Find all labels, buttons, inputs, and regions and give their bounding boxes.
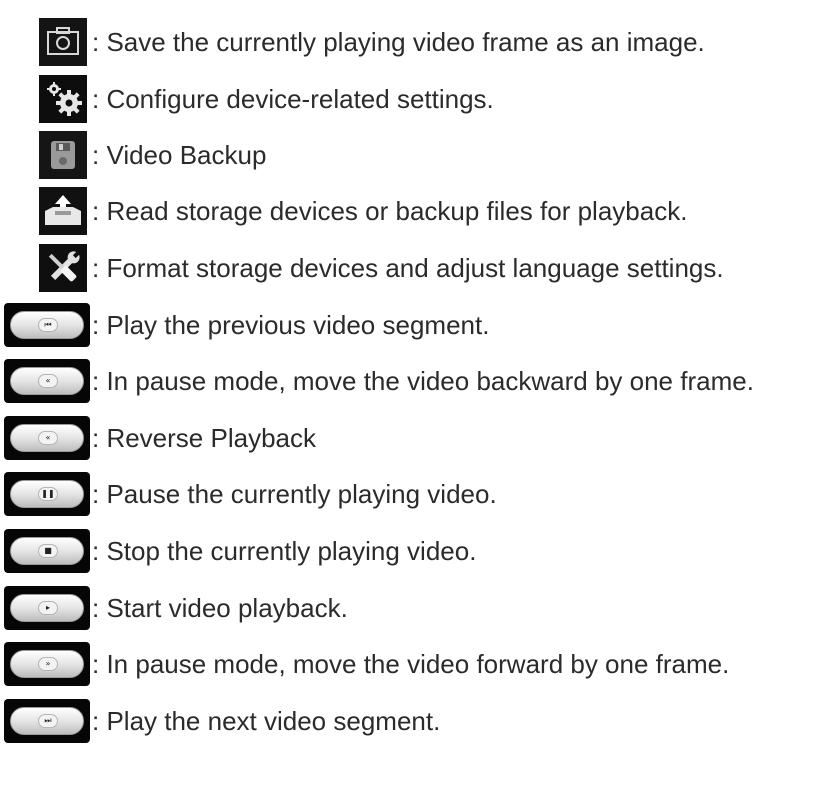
button-glyph: ⏭ <box>38 714 58 728</box>
legend-row-stop: ■ : Stop the currently playing video. <box>0 523 830 579</box>
button-cap: ❚❚ <box>10 480 84 508</box>
pause-icon: ❚❚ <box>4 472 90 516</box>
legend-description: : In pause mode, move the video backward… <box>92 366 754 396</box>
legend-description: : Configure device-related settings. <box>92 84 494 114</box>
legend-description: : Video Backup <box>92 140 267 170</box>
tray-upload-icon <box>39 187 87 235</box>
button-glyph: ■ <box>38 544 58 558</box>
legend-description: : Pause the currently playing video. <box>92 479 497 509</box>
previous-segment-icon: ⏮ <box>4 303 90 347</box>
legend-description: : In pause mode, move the video forward … <box>92 649 730 679</box>
button-cap: » <box>10 650 84 678</box>
legend-row-reverse-playback: « : Reverse Playback <box>0 410 830 466</box>
button-cap: « <box>10 424 84 452</box>
legend-row-backup: : Video Backup <box>0 127 830 183</box>
reverse-playback-icon: « <box>4 416 90 460</box>
stop-icon: ■ <box>4 529 90 573</box>
legend-description: : Stop the currently playing video. <box>92 536 477 566</box>
legend-row-play: ▸ : Start video playback. <box>0 580 830 636</box>
legend-row-load-storage: : Read storage devices or backup files f… <box>0 183 830 239</box>
legend-row-snapshot: : Save the currently playing video frame… <box>0 14 830 70</box>
legend-description: : Read storage devices or backup files f… <box>92 196 688 226</box>
button-glyph: » <box>38 657 58 671</box>
button-cap: ⏮ <box>10 311 84 339</box>
legend-description: : Start video playback. <box>92 593 348 623</box>
button-cap: ⏭ <box>10 707 84 735</box>
tools-wrench-screwdriver-icon <box>39 244 87 292</box>
button-cap: ▸ <box>10 594 84 622</box>
legend-row-step-backward: « : In pause mode, move the video backwa… <box>0 353 830 409</box>
button-glyph: ▸ <box>38 601 58 615</box>
legend-row-settings: : Configure device-related settings. <box>0 71 830 127</box>
legend-description: : Format storage devices and adjust lang… <box>92 253 724 283</box>
step-forward-frame-icon: » <box>4 642 90 686</box>
button-cap: ■ <box>10 537 84 565</box>
legend-description: : Save the currently playing video frame… <box>92 27 705 57</box>
legend-description: : Play the next video segment. <box>92 706 441 736</box>
floppy-backup-icon <box>39 131 87 179</box>
gears-settings-icon <box>39 75 87 123</box>
legend-row-previous-segment: ⏮ : Play the previous video segment. <box>0 297 830 353</box>
legend-row-step-forward: » : In pause mode, move the video forwar… <box>0 636 830 692</box>
button-glyph: « <box>38 431 58 445</box>
legend-row-tools: : Format storage devices and adjust lang… <box>0 240 830 296</box>
legend-description: : Reverse Playback <box>92 423 316 453</box>
button-glyph: ⏮ <box>38 318 58 332</box>
button-cap: « <box>10 367 84 395</box>
legend-description: : Play the previous video segment. <box>92 310 490 340</box>
legend-row-next-segment: ⏭ : Play the next video segment. <box>0 693 830 749</box>
button-glyph: « <box>38 374 58 388</box>
button-glyph: ❚❚ <box>38 487 58 501</box>
legend-row-pause: ❚❚ : Pause the currently playing video. <box>0 466 830 522</box>
play-icon: ▸ <box>4 586 90 630</box>
next-segment-icon: ⏭ <box>4 699 90 743</box>
step-backward-frame-icon: « <box>4 359 90 403</box>
camera-snapshot-icon <box>39 18 87 66</box>
